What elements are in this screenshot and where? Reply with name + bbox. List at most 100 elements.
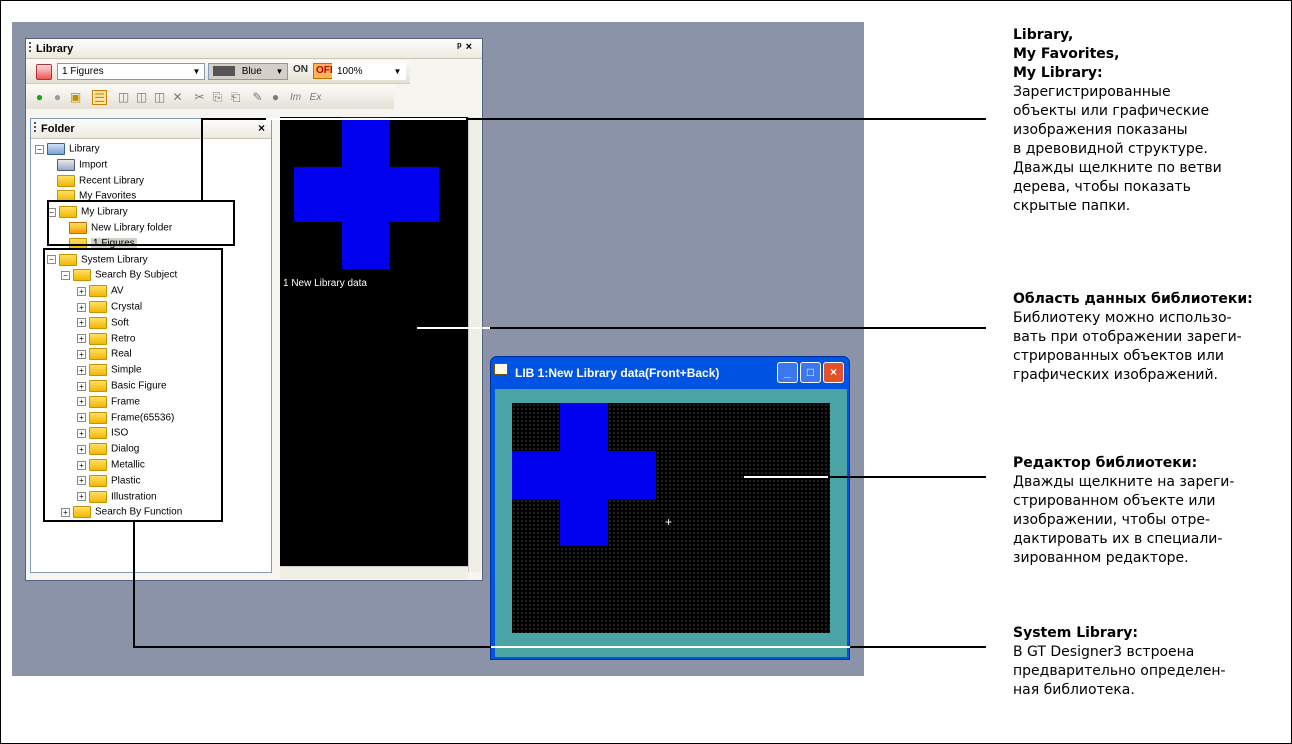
library-root-icon (47, 143, 65, 155)
vertical-scrollbar[interactable] (468, 117, 481, 572)
minimize-button[interactable]: _ (777, 362, 798, 383)
export-icon[interactable]: ◫ (152, 90, 167, 105)
forward-icon[interactable]: ● (50, 90, 65, 105)
annotation-body: дерева, чтобы показать (1013, 179, 1191, 195)
on-button[interactable]: ON (293, 64, 308, 75)
callout-line-4-white (491, 646, 850, 648)
delete-icon[interactable]: ✕ (170, 90, 185, 105)
preview-item-label[interactable]: 1 New Library data (283, 278, 367, 289)
collapse-icon[interactable]: − (35, 144, 44, 154)
callout-box-my-library (47, 200, 235, 246)
annotation-body: предварительно определен- (1013, 663, 1226, 679)
editor-plus-horizontal (512, 451, 656, 499)
annotation-body: В GT Designer3 встроена (1013, 644, 1195, 660)
callout-line-4-right (850, 646, 986, 648)
editor-title: LIB 1:New Library data(Front+Back) (515, 366, 720, 380)
pin-close-buttons[interactable]: ᵖ× (457, 41, 476, 53)
callout-line-1-vertical (201, 118, 203, 202)
folder-pane-title: Folder (41, 123, 75, 135)
annotation-body: ная библиотека. (1013, 682, 1135, 698)
chevron-down-icon: ▼ (275, 67, 284, 76)
editor-canvas-area: + (495, 389, 847, 657)
library-title-bar[interactable]: Library ᵖ× (26, 39, 482, 59)
annotation-body: в древовидной структуре. (1013, 141, 1208, 157)
folder-view-icon[interactable]: ☰ (92, 90, 107, 105)
new-item-icon[interactable]: ◫ (116, 90, 131, 105)
annotation-system-library: System Library: В GT Designer3 встроена … (1013, 624, 1292, 700)
maximize-button[interactable]: □ (800, 362, 821, 383)
folder-icon (57, 174, 75, 187)
annotation-body: Дважды щелкните по ветви (1013, 160, 1222, 176)
annotation-heading: Область данных библиотеки: (1013, 291, 1253, 307)
folder-pane-header: Folder × (31, 119, 271, 139)
annotation-body: графических изображений. (1013, 367, 1218, 383)
paste-icon[interactable]: ⎗ (228, 90, 243, 105)
editor-dot-grid[interactable]: + (512, 403, 830, 633)
color-combo-value: Blue (241, 66, 262, 77)
annotation-body: дактировать их в специали- (1013, 531, 1223, 547)
close-button[interactable]: × (823, 362, 844, 383)
export-tool-icon[interactable]: Ex (308, 90, 323, 105)
annotation-body: скрытые папки. (1013, 198, 1131, 214)
annotation-heading: Library, (1013, 27, 1074, 43)
zoom-combo-value: 100% (337, 66, 363, 77)
copy-icon[interactable]: ⎘ (210, 90, 225, 105)
library-toolbar-bottom: ● ● ▣ ☰ ◫ ◫ ◫ ✕ ✂ ⎘ ⎗ ✎ ● Im Ex (26, 85, 394, 109)
figures-combo[interactable]: 1 Figures ▼ (57, 63, 205, 80)
library-editor-window: LIB 1:New Library data(Front+Back) _ □ ×… (490, 356, 850, 660)
up-folder-icon[interactable]: ▣ (68, 90, 83, 105)
callout-box-system-library (43, 248, 223, 522)
import-tool-icon[interactable]: Im (288, 90, 303, 105)
cut-icon[interactable]: ✂ (192, 90, 207, 105)
annotation-body: Зарегистрированные (1013, 84, 1171, 100)
library-list-icon[interactable] (36, 64, 52, 80)
library-data-area[interactable] (280, 117, 468, 572)
callout-line-1-white (266, 118, 466, 120)
annotation-body: стрированных объектов или (1013, 348, 1224, 364)
annotation-heading: Редактор библиотеки: (1013, 455, 1198, 471)
cursor-crosshair: + (665, 515, 673, 529)
callout-line-2 (490, 327, 986, 329)
zoom-combo[interactable]: 100% ▼ (332, 63, 406, 80)
figures-combo-value: 1 Figures (62, 66, 104, 77)
callout-line-3-white (744, 476, 828, 478)
annotation-body: зированном редакторе. (1013, 550, 1189, 566)
annotation-heading: System Library: (1013, 625, 1138, 641)
annotation-body: изображении, чтобы отре- (1013, 512, 1211, 528)
color-combo[interactable]: Blue ▼ (208, 63, 288, 80)
annotation-body: изображения показаны (1013, 122, 1188, 138)
close-icon[interactable]: × (258, 121, 265, 135)
annotation-body: Дважды щелкните на зареги- (1013, 474, 1235, 490)
color-swatch (213, 66, 235, 77)
annotation-body: вать при отображении зареги- (1013, 329, 1242, 345)
annotation-editor: Редактор библиотеки: Дважды щелкните на … (1013, 454, 1292, 568)
tree-item[interactable]: − Library (35, 143, 100, 159)
annotation-body: объекты или графические (1013, 103, 1210, 119)
annotation-data-area: Область данных библиотеки: Библиотеку мо… (1013, 290, 1292, 385)
edit-icon[interactable]: ✎ (250, 90, 265, 105)
callout-line-2-white (417, 327, 490, 329)
property-icon[interactable]: ● (268, 90, 283, 105)
annotation-body: стрированном объекте или (1013, 493, 1216, 509)
library-title: Library (36, 43, 74, 55)
import-icon (57, 158, 75, 171)
tree-item-label: Recent Library (79, 175, 145, 187)
tree-item[interactable]: Import (57, 158, 108, 175)
annotation-body: Библиотеку можно использо- (1013, 310, 1232, 326)
chevron-down-icon: ▼ (393, 67, 402, 76)
grip-icon (34, 122, 36, 134)
tree-item[interactable]: Recent Library (57, 174, 145, 191)
tree-item-label: Import (79, 159, 108, 171)
chevron-down-icon: ▼ (192, 67, 201, 76)
grip-icon (29, 42, 31, 54)
back-icon[interactable]: ● (32, 90, 47, 105)
annotation-heading: My Favorites, (1013, 46, 1120, 62)
callout-line-4 (133, 646, 491, 648)
callout-line-4-vertical (133, 520, 135, 648)
annotation-heading: My Library: (1013, 65, 1103, 81)
horizontal-scrollbar[interactable] (280, 566, 468, 579)
callout-line-3 (828, 476, 986, 478)
library-toolbar-top: 1 Figures ▼ Blue ▼ ON OFF 100% ▼ (26, 60, 410, 84)
tree-item-label: Library (69, 143, 100, 155)
register-icon[interactable]: ◫ (134, 90, 149, 105)
